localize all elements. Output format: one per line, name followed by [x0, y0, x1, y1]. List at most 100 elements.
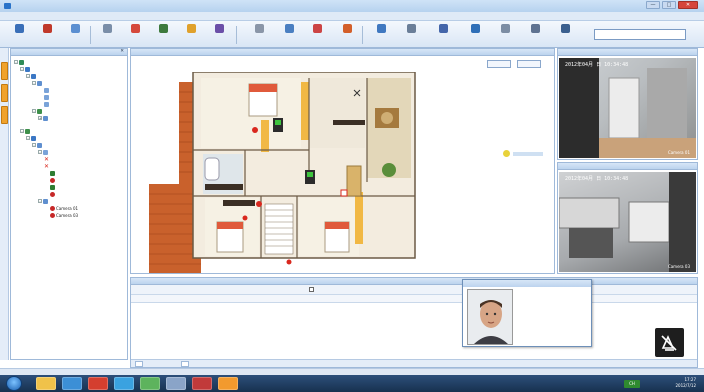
collapse-icon[interactable]: - — [14, 60, 18, 64]
toolbar-button[interactable] — [332, 24, 362, 46]
title-bar: — □ ✕ — [0, 0, 704, 12]
os-taskbar: CH 17:27 2012/7/12 — [0, 375, 704, 392]
window-icon[interactable] — [166, 377, 186, 390]
toolbar-button[interactable] — [60, 24, 90, 46]
tree-node[interactable]: - — [14, 59, 25, 65]
collapse-icon[interactable]: - — [32, 81, 36, 85]
close-button[interactable]: ✕ — [678, 1, 698, 9]
tree-node[interactable]: - — [20, 128, 31, 134]
expand-icon[interactable]: + — [38, 116, 42, 120]
alarm-panel-screen — [307, 172, 313, 177]
checkbox-icon[interactable] — [309, 287, 314, 292]
app-icon[interactable] — [140, 377, 160, 390]
tree-node[interactable]: + — [38, 115, 49, 121]
toolbar-button[interactable] — [244, 24, 274, 46]
tree-node[interactable]: - — [20, 66, 31, 72]
panel-header — [131, 49, 554, 56]
tree-node[interactable]: - — [32, 108, 43, 114]
alarm-panel-screen — [275, 120, 281, 125]
tree-node[interactable]: ✕ — [44, 156, 50, 163]
collapse-icon[interactable]: - — [20, 67, 24, 71]
side-tab[interactable] — [1, 84, 8, 102]
settings-icon — [530, 24, 540, 33]
layout-dropdown[interactable] — [594, 29, 686, 40]
status-icon[interactable] — [503, 150, 510, 157]
tree-node[interactable] — [50, 191, 56, 197]
toolbar-button[interactable] — [550, 24, 580, 46]
network-icon[interactable] — [114, 377, 134, 390]
tab-events[interactable] — [135, 361, 143, 367]
tree-node[interactable] — [44, 94, 50, 100]
camera-icon[interactable] — [286, 259, 292, 265]
collapse-icon[interactable]: - — [26, 136, 30, 140]
toolbar-button[interactable] — [396, 24, 426, 46]
tree-node[interactable]: - — [26, 73, 37, 79]
toolbar-button[interactable] — [520, 24, 550, 46]
map-button[interactable] — [517, 60, 541, 68]
alarm-popup — [462, 279, 592, 347]
collapse-icon[interactable]: - — [20, 129, 24, 133]
maximize-button[interactable]: □ — [662, 1, 676, 9]
alarm-icon[interactable] — [340, 189, 348, 197]
language-indicator[interactable]: CH — [624, 380, 640, 388]
toolbar-button[interactable] — [366, 24, 396, 46]
menu-bar — [0, 12, 704, 21]
sensor-icon[interactable] — [252, 127, 258, 133]
tree-node[interactable]: - — [32, 80, 43, 86]
toolbar-button[interactable] — [4, 24, 34, 46]
tree-node[interactable]: - — [32, 142, 43, 148]
collapse-icon[interactable]: - — [26, 74, 30, 78]
toolbar-button[interactable] — [176, 24, 206, 46]
toolbar-button[interactable] — [32, 24, 62, 46]
collapse-icon[interactable]: - — [38, 150, 42, 154]
toolbar-button[interactable] — [302, 24, 332, 46]
collapse-icon[interactable]: - — [32, 109, 36, 113]
tree-node[interactable]: ✕ — [44, 163, 50, 170]
start-button[interactable] — [6, 376, 22, 391]
collapse-icon[interactable]: - — [38, 199, 42, 203]
bed-pillow — [325, 222, 349, 229]
tree-node[interactable]: - — [38, 198, 49, 204]
media-icon[interactable] — [88, 377, 108, 390]
floor-icon — [37, 80, 42, 86]
window-controls: — □ ✕ — [646, 1, 698, 9]
tab-alarms[interactable] — [181, 361, 189, 367]
tree-node[interactable] — [50, 170, 56, 176]
tree-node[interactable] — [50, 177, 56, 183]
side-tab[interactable] — [1, 62, 8, 80]
toolbar-button[interactable] — [92, 24, 122, 46]
map-button[interactable] — [487, 60, 511, 68]
camera-feed[interactable]: 2012年04月 日 10:34:48 Camera 01 — [559, 58, 696, 158]
filter-checkbox[interactable] — [309, 287, 316, 292]
camera-feed[interactable]: 2012年04月 日 10:34:48 Camera 03 — [559, 172, 696, 272]
toolbar-button[interactable] — [490, 24, 520, 46]
side-tab[interactable] — [1, 106, 8, 124]
toolbar-button[interactable] — [148, 24, 178, 46]
tree-node[interactable]: - — [26, 135, 37, 141]
explorer-icon[interactable] — [36, 377, 56, 390]
tree-node[interactable]: - — [38, 149, 49, 155]
close-icon[interactable]: ✕ — [120, 49, 124, 55]
toolbar-button[interactable] — [204, 24, 234, 46]
app-icon[interactable] — [218, 377, 238, 390]
wall-accent — [301, 82, 309, 140]
toolbar-button[interactable] — [428, 24, 458, 46]
touch-mode-icon[interactable] — [655, 328, 684, 357]
clock[interactable]: 17:27 2012/7/12 — [675, 377, 696, 389]
wall-accent — [355, 192, 363, 244]
toolbar-button[interactable] — [274, 24, 304, 46]
tree-node[interactable]: Camera 03 — [50, 212, 78, 218]
camera-icon[interactable] — [242, 215, 248, 221]
toolbar-button[interactable] — [460, 24, 490, 46]
tree-node[interactable] — [44, 87, 50, 93]
tree-node[interactable] — [50, 184, 56, 190]
sensor-icon[interactable] — [256, 201, 262, 207]
tree-node[interactable] — [44, 101, 50, 107]
toolbar-button[interactable] — [120, 24, 150, 46]
camera-scene — [559, 58, 696, 158]
tree-node[interactable]: Camera 01 — [50, 205, 78, 211]
collapse-icon[interactable]: - — [32, 143, 36, 147]
browser-icon[interactable] — [62, 377, 82, 390]
minimize-button[interactable]: — — [646, 1, 660, 9]
app-icon[interactable] — [192, 377, 212, 390]
